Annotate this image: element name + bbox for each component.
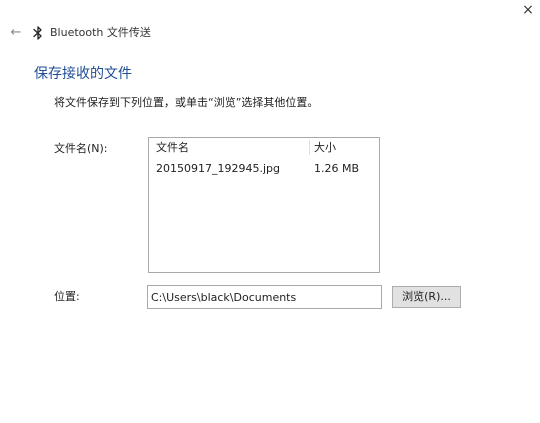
page-title: 保存接收的文件 bbox=[34, 66, 132, 82]
column-header-size[interactable]: 大小 bbox=[314, 138, 374, 157]
close-button[interactable]: × bbox=[516, 0, 540, 20]
column-separator[interactable] bbox=[309, 140, 310, 155]
location-label: 位置: bbox=[54, 290, 80, 303]
column-header-name[interactable]: 文件名 bbox=[156, 138, 306, 157]
file-name-label: 文件名(N): bbox=[54, 142, 108, 155]
back-arrow-icon: ← bbox=[10, 25, 22, 40]
file-name-cell: 20150917_192945.jpg bbox=[156, 162, 280, 175]
bluetooth-icon bbox=[33, 26, 42, 40]
back-button[interactable]: ← bbox=[6, 24, 26, 42]
window-title: Bluetooth 文件传送 bbox=[50, 26, 151, 39]
instruction-text: 将文件保存到下列位置，或单击“浏览”选择其他位置。 bbox=[54, 96, 319, 109]
table-row[interactable]: 20150917_192945.jpg 1.26 MB bbox=[150, 160, 378, 178]
close-icon: × bbox=[522, 2, 534, 18]
file-size-cell: 1.26 MB bbox=[314, 162, 360, 175]
browse-button[interactable]: 浏览(R)... bbox=[392, 286, 461, 308]
file-list[interactable]: 文件名 大小 20150917_192945.jpg 1.26 MB bbox=[148, 137, 380, 273]
location-input[interactable] bbox=[147, 285, 382, 309]
